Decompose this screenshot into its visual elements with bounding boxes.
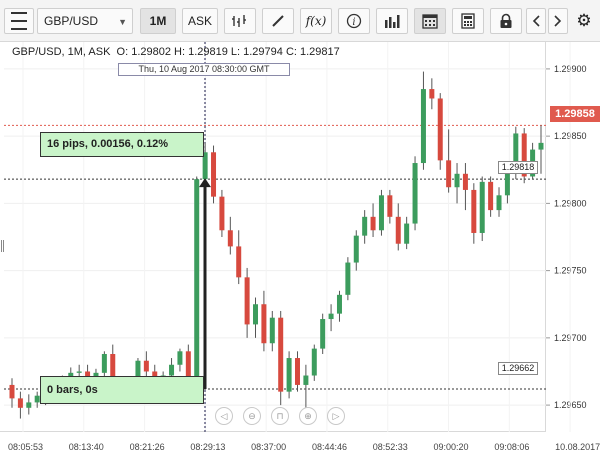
zoom-out-button[interactable]: ⊖ [243,407,261,425]
bear-candle[interactable] [143,360,149,372]
bull-candle[interactable] [345,262,351,295]
bull-candle[interactable] [194,179,200,385]
nav-next-button[interactable]: ▷ [327,407,345,425]
bull-candle[interactable] [336,294,342,314]
bull-candle[interactable] [362,216,368,236]
bear-candle[interactable] [395,216,401,244]
bull-candle[interactable] [412,163,418,224]
bull-candle[interactable] [496,195,502,211]
bull-candle[interactable] [34,395,40,403]
bear-candle[interactable] [446,160,452,188]
x-tick-label: 09:00:20 [434,442,469,452]
crosshair-date-label: Thu, 10 Aug 2017 08:30:00 GMT [118,63,290,76]
bear-candle[interactable] [261,304,267,344]
x-tick-label: 10.08.2017 [555,442,600,452]
bull-candle[interactable] [353,235,359,263]
bear-candle[interactable] [9,384,15,399]
crosshair-price-tag-lower: 1.29662 [498,362,538,375]
bull-candle[interactable] [454,173,460,188]
bull-candle[interactable] [26,402,32,408]
bear-candle[interactable] [294,358,300,385]
bear-candle[interactable] [211,152,217,197]
x-tick-label: 08:13:40 [69,442,104,452]
legend-ohlc: O: 1.29802 H: 1.29819 L: 1.29794 C: 1.29… [116,46,340,58]
bear-candle[interactable] [471,189,477,233]
bear-candle[interactable] [17,398,23,408]
x-tick-label: 08:29:13 [190,442,225,452]
bear-candle[interactable] [462,173,468,190]
chart-legend: GBP/USD, 1M, ASK O: 1.29802 H: 1.29819 L… [12,46,340,58]
bull-candle[interactable] [303,375,309,385]
left-resize-handle[interactable] [1,240,4,252]
reset-view-button[interactable]: ⊓ [271,407,289,425]
bull-candle[interactable] [328,313,334,320]
zoom-in-button[interactable]: ⊕ [299,407,317,425]
bull-candle[interactable] [177,351,183,365]
crosshair-price-tag-upper: 1.29818 [498,161,538,174]
bull-candle[interactable] [479,181,485,233]
bars-count-label[interactable]: 0 bars, 0s [40,376,204,404]
bear-candle[interactable] [236,246,242,278]
current-price-badge: 1.29858 [550,106,600,122]
bull-candle[interactable] [286,358,292,392]
bull-candle[interactable] [253,304,259,325]
bear-candle[interactable] [488,181,494,211]
x-tick-label: 08:05:53 [8,442,43,452]
bull-candle[interactable] [101,354,107,373]
bear-candle[interactable] [387,195,393,217]
bull-candle[interactable] [269,317,275,344]
bear-candle[interactable] [278,317,284,392]
legend-symbol: GBP/USD, 1M, ASK [12,46,111,58]
bear-candle[interactable] [244,277,250,325]
bear-candle[interactable] [219,196,225,231]
bull-candle[interactable] [320,319,326,349]
bear-candle[interactable] [370,216,376,231]
bull-candle[interactable] [538,142,544,150]
bull-candle[interactable] [311,348,317,376]
bear-candle[interactable] [227,230,233,247]
bull-candle[interactable] [378,195,384,231]
x-tick-label: 08:52:33 [373,442,408,452]
bear-candle[interactable] [429,89,435,99]
bull-candle[interactable] [420,89,426,164]
measure-tool-label[interactable]: 16 pips, 0.00156, 0.12% [40,132,204,157]
x-tick-label: 09:08:06 [494,442,529,452]
x-tick-label: 08:44:46 [312,442,347,452]
bull-candle[interactable] [404,223,410,244]
bull-candle[interactable] [169,364,175,376]
nav-prev-button[interactable]: ◁ [215,407,233,425]
bull-candle[interactable] [76,371,82,373]
x-tick-label: 08:21:26 [130,442,165,452]
x-tick-label: 08:37:00 [251,442,286,452]
bear-candle[interactable] [437,98,443,161]
